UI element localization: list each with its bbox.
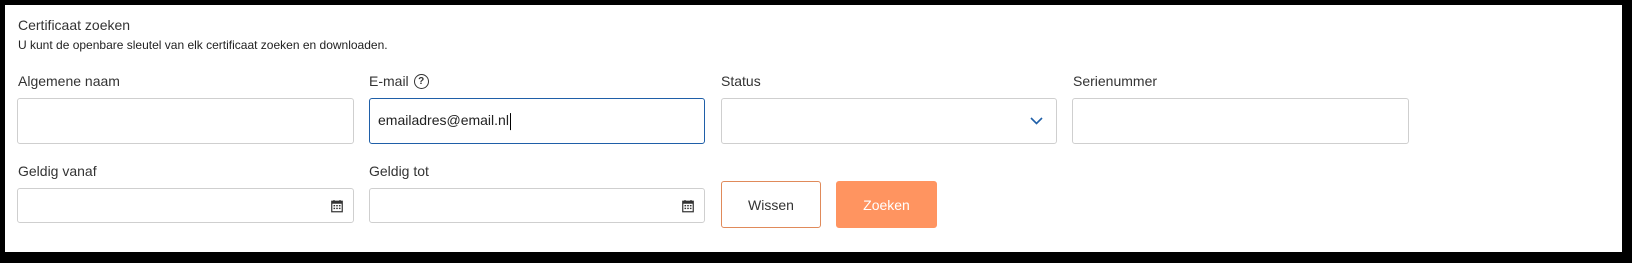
valid-from-date-field[interactable] xyxy=(17,188,354,223)
email-label: E-mail ? xyxy=(369,73,429,89)
email-value-text: emailadres@email.nl xyxy=(378,112,509,129)
common-name-label-text: Algemene naam xyxy=(18,73,120,89)
clear-button[interactable]: Wissen xyxy=(721,181,821,228)
status-label: Status xyxy=(721,73,761,89)
help-circle-icon[interactable]: ? xyxy=(413,73,429,89)
email-value: emailadres@email.nl xyxy=(378,112,511,130)
serial-number-label: Serienummer xyxy=(1073,73,1157,89)
chevron-down-icon xyxy=(1030,117,1043,125)
certificate-search-panel: Certificaat zoeken U kunt de openbare sl… xyxy=(5,5,1622,252)
status-label-text: Status xyxy=(721,73,761,89)
valid-to-label: Geldig tot xyxy=(369,163,429,179)
page-title: Certificaat zoeken xyxy=(18,17,131,33)
calendar-icon[interactable] xyxy=(331,199,343,212)
serial-number-field[interactable] xyxy=(1072,98,1409,144)
serial-number-label-text: Serienummer xyxy=(1073,73,1158,89)
email-label-text: E-mail xyxy=(369,73,409,89)
valid-to-date-field[interactable] xyxy=(369,188,705,223)
search-button-label: Zoeken xyxy=(863,196,910,213)
status-select[interactable] xyxy=(721,98,1057,144)
calendar-icon[interactable] xyxy=(682,199,694,212)
page-subtitle: U kunt de openbare sleutel van elk certi… xyxy=(18,38,388,52)
valid-to-label-text: Geldig tot xyxy=(369,163,429,179)
text-caret xyxy=(509,112,511,130)
common-name-field[interactable] xyxy=(17,98,354,144)
email-field[interactable]: emailadres@email.nl xyxy=(369,98,705,144)
search-button[interactable]: Zoeken xyxy=(836,181,937,228)
valid-from-label: Geldig vanaf xyxy=(18,163,97,179)
clear-button-label: Wissen xyxy=(748,196,794,213)
common-name-label: Algemene naam xyxy=(18,73,120,89)
valid-from-label-text: Geldig vanaf xyxy=(18,163,97,179)
